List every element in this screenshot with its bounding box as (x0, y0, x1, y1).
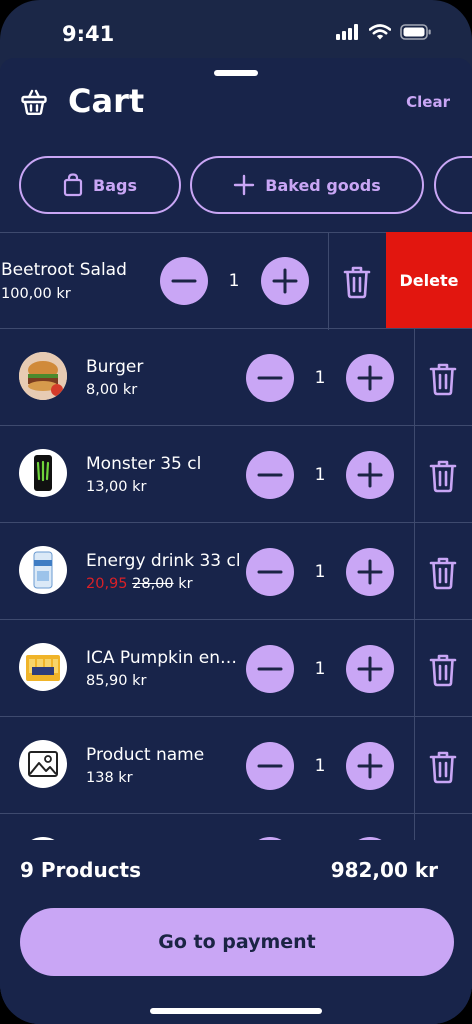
chip-bags[interactable]: Bags (19, 156, 181, 214)
plus-icon (357, 656, 383, 682)
minus-icon (171, 279, 197, 283)
item-name: Product name (86, 745, 205, 765)
row-divider (328, 233, 329, 330)
row-divider (414, 620, 415, 717)
sheet-grabber[interactable] (214, 70, 258, 76)
cart-header: Cart Clear (0, 80, 472, 140)
sale-price: 20,95 (86, 576, 128, 592)
increase-button[interactable] (346, 354, 394, 402)
decrease-button[interactable] (246, 645, 294, 693)
cart-item[interactable]: Burger 8,00 kr 1 (0, 329, 472, 426)
clear-cart-button[interactable]: Clear (406, 93, 450, 111)
go-to-payment-button[interactable]: Go to payment (20, 908, 454, 976)
decrease-button[interactable] (246, 548, 294, 596)
item-price: 13,00 kr (86, 479, 147, 495)
item-name: ICA Pumpkin energy (86, 648, 244, 668)
phone-screen: 9:41 Cart Clear Bags Baked goods Beetroo… (0, 0, 472, 1024)
cart-total: 982,00 kr (330, 858, 438, 882)
home-indicator (150, 1008, 322, 1014)
item-price: 20,95 28,00 kr (86, 576, 193, 592)
row-divider (414, 523, 415, 620)
item-name: Monster 35 cl (86, 454, 202, 474)
decrease-button[interactable] (246, 742, 294, 790)
item-price: 138 kr (86, 770, 133, 786)
item-price: 8,00 kr (86, 382, 138, 398)
plus-icon (272, 268, 298, 294)
chip-bags-label: Bags (93, 175, 137, 195)
cart-item[interactable]: ICA Pumpkin energy 85,90 kr 1 (0, 620, 472, 717)
plus-icon (357, 365, 383, 391)
trash-icon[interactable] (429, 459, 457, 493)
trash-icon[interactable] (429, 362, 457, 396)
item-price: 100,00 kr (1, 286, 71, 302)
increase-button[interactable] (346, 645, 394, 693)
chip-baked-goods-label: Baked goods (265, 175, 381, 195)
status-time: 9:41 (62, 22, 115, 46)
chip-more[interactable] (434, 156, 472, 214)
decrease-button[interactable] (246, 451, 294, 499)
wifi-icon (369, 24, 391, 40)
item-price: 85,90 kr (86, 673, 147, 689)
trash-icon[interactable] (343, 265, 371, 299)
cart-item[interactable]: Product name 138 kr 1 (0, 717, 472, 814)
decrease-button[interactable] (246, 354, 294, 402)
trash-icon[interactable] (429, 750, 457, 784)
plus-icon (357, 462, 383, 488)
energy-drink-can-image (19, 546, 67, 594)
trash-icon[interactable] (429, 653, 457, 687)
delete-button[interactable]: Delete (386, 232, 472, 328)
minus-icon (257, 376, 283, 380)
status-icons (336, 24, 432, 40)
battery-icon (400, 24, 431, 40)
cart-item[interactable]: Monster 35 cl 13,00 kr 1 (0, 426, 472, 523)
increase-button[interactable] (346, 742, 394, 790)
item-quantity: 1 (314, 368, 326, 388)
item-quantity: 1 (314, 465, 326, 485)
product-count: 9 Products (20, 858, 142, 882)
chip-baked-goods[interactable]: Baked goods (190, 156, 424, 214)
item-quantity: 1 (314, 659, 326, 679)
pumpkin-pack-image (19, 643, 67, 691)
basket-icon (21, 89, 47, 115)
trash-icon[interactable] (429, 556, 457, 590)
shopping-bag-icon (63, 173, 83, 197)
minus-icon (257, 473, 283, 477)
category-chips: Bags Baked goods (0, 156, 472, 214)
plus-icon (357, 559, 383, 585)
increase-button[interactable] (346, 548, 394, 596)
item-quantity: 1 (314, 562, 326, 582)
status-bar: 9:41 (0, 0, 472, 64)
item-quantity: 1 (314, 756, 326, 776)
cart-item[interactable]: Energy drink 33 cl 20,95 28,00 kr 1 (0, 523, 472, 620)
increase-button[interactable] (346, 451, 394, 499)
item-quantity: 1 (228, 271, 240, 291)
row-divider (414, 329, 415, 426)
increase-button[interactable] (261, 257, 309, 305)
plus-icon (234, 174, 255, 196)
old-price: 28,00 (132, 576, 174, 592)
placeholder-image-icon (19, 740, 67, 788)
plus-icon (357, 753, 383, 779)
currency: kr (178, 576, 193, 592)
decrease-button[interactable] (160, 257, 208, 305)
checkout-footer: 9 Products 982,00 kr Go to payment (0, 840, 472, 1024)
signal-icon (336, 24, 358, 40)
row-divider (414, 426, 415, 523)
item-name: Beetroot Salad (1, 260, 127, 280)
monster-can-image (19, 449, 67, 497)
minus-icon (257, 570, 283, 574)
burger-image (19, 352, 67, 400)
item-name: Energy drink 33 cl (86, 551, 241, 571)
minus-icon (257, 764, 283, 768)
minus-icon (257, 667, 283, 671)
row-divider (414, 717, 415, 814)
item-name: Burger (86, 357, 144, 377)
page-title: Cart (68, 82, 145, 120)
